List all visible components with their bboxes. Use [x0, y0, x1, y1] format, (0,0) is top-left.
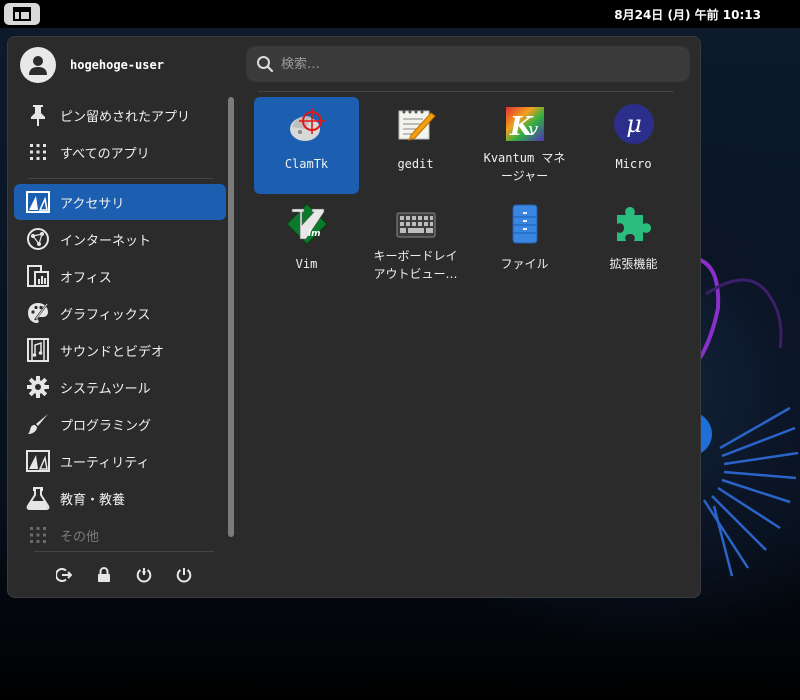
- sidebar-item-utilities[interactable]: ユーティリティ: [14, 443, 226, 479]
- app-extensions[interactable]: 拡張機能: [581, 197, 686, 294]
- search-icon: [257, 56, 274, 73]
- sidebar-item-accessories[interactable]: アクセサリ: [14, 184, 226, 220]
- sidebar-item-label: グラフィックス: [60, 307, 151, 323]
- sidebar-item-graphics[interactable]: グラフィックス: [14, 295, 226, 331]
- pin-icon: [25, 102, 51, 128]
- app-files[interactable]: ファイル: [472, 197, 577, 294]
- micro-icon: μ: [614, 104, 654, 144]
- clamtk-icon: [290, 108, 325, 141]
- palette-icon: [25, 300, 51, 326]
- sidebar-item-sound-video[interactable]: サウンドとビデオ: [14, 332, 226, 368]
- user-avatar-icon: [20, 47, 56, 83]
- svg-text:v: v: [528, 119, 538, 140]
- kvantum-icon: K v: [506, 107, 544, 142]
- app-vim[interactable]: im Vim: [254, 197, 359, 294]
- application-menu: hogehoge-user ピン留めされたアプリ すべての: [7, 36, 701, 598]
- flask-icon: [25, 485, 51, 511]
- files-icon: [512, 204, 538, 244]
- film-icon: [25, 337, 51, 363]
- sidebar-item-label: アクセサリ: [60, 196, 125, 212]
- sidebar-item-internet[interactable]: インターネット: [14, 221, 226, 257]
- sidebar-separator: [28, 178, 214, 179]
- search-box[interactable]: [246, 46, 690, 82]
- grid-dots-icon: [25, 139, 51, 165]
- sidebar-item-label: サウンドとビデオ: [60, 344, 165, 360]
- globe-icon: [25, 226, 51, 252]
- top-separator: [258, 91, 674, 92]
- session-buttons: [54, 565, 214, 585]
- lock-button[interactable]: [94, 565, 114, 585]
- sidebar-item-pinned[interactable]: ピン留めされたアプリ: [14, 97, 226, 133]
- sidebar-item-label: その他: [60, 529, 100, 545]
- sidebar-scrollbar[interactable]: [228, 97, 234, 537]
- app-name: ClamTk: [284, 157, 329, 171]
- sidebar-item-label: ユーティリティ: [60, 455, 150, 471]
- gedit-icon: [398, 110, 436, 141]
- office-icon: [25, 263, 51, 289]
- sidebar-item-programming[interactable]: プログラミング: [14, 406, 226, 442]
- gear-icon: [25, 374, 51, 400]
- vim-icon: im: [286, 203, 328, 245]
- app-gedit[interactable]: gedit: [363, 97, 468, 194]
- svg-text:im: im: [308, 229, 320, 239]
- app-name: ファイル: [500, 257, 549, 271]
- sidebar-item-label: プログラミング: [60, 418, 152, 434]
- clock[interactable]: 8月24日 (月) 午前 10:13: [0, 6, 800, 23]
- power-icon: [176, 568, 192, 583]
- sidebar-item-label: ピン留めされたアプリ: [60, 109, 191, 125]
- sidebar-item-label: すべてのアプリ: [60, 146, 150, 162]
- app-kvantum-manager[interactable]: K v Kvantum マネージャー: [472, 97, 577, 194]
- app-micro[interactable]: μ Micro: [581, 97, 686, 194]
- svg-text:μ: μ: [626, 110, 642, 138]
- keyboard-icon: [396, 212, 436, 238]
- puzzle-icon: [617, 207, 651, 241]
- app-name: Micro: [615, 157, 652, 171]
- sidebar-item-office[interactable]: オフィス: [14, 258, 226, 294]
- restart-button[interactable]: [134, 565, 154, 585]
- app-clamtk[interactable]: ClamTk: [254, 97, 359, 194]
- sidebar-item-system-tools[interactable]: システムツール: [14, 369, 226, 405]
- brush-icon: [25, 411, 51, 437]
- top-bar: 8月24日 (月) 午前 10:13: [0, 0, 800, 28]
- sidebar-item-all-apps[interactable]: すべてのアプリ: [14, 134, 226, 170]
- sidebar-item-label: システムツール: [60, 381, 151, 397]
- app-name: 拡張機能: [609, 257, 658, 271]
- user-button[interactable]: hogehoge-user: [20, 47, 164, 83]
- sidebar-item-education[interactable]: 教育・教養: [14, 480, 226, 516]
- accessories-icon: [25, 189, 51, 215]
- search-input[interactable]: [281, 56, 690, 72]
- user-name: hogehoge-user: [70, 58, 164, 72]
- sidebar-item-label: 教育・教養: [60, 492, 126, 508]
- sidebar-item-other[interactable]: その他: [14, 517, 226, 553]
- logout-button[interactable]: [54, 565, 74, 585]
- app-keyboard-layout-viewer[interactable]: キーボードレイアウトビュー…: [363, 197, 468, 294]
- app-name: Kvantum マネージャー: [483, 151, 566, 183]
- sidebar-item-label: インターネット: [60, 233, 152, 249]
- app-name: キーボードレイアウトビュー…: [373, 249, 458, 281]
- utilities-icon: [25, 448, 51, 474]
- lock-icon: [98, 567, 110, 582]
- logout-icon: [56, 568, 72, 582]
- sidebar-item-label: オフィス: [60, 270, 112, 286]
- grid-dots-icon: [25, 522, 51, 548]
- power-button[interactable]: [174, 565, 194, 585]
- restart-icon: [136, 568, 152, 583]
- app-name: Vim: [295, 257, 318, 271]
- app-name: gedit: [397, 157, 434, 171]
